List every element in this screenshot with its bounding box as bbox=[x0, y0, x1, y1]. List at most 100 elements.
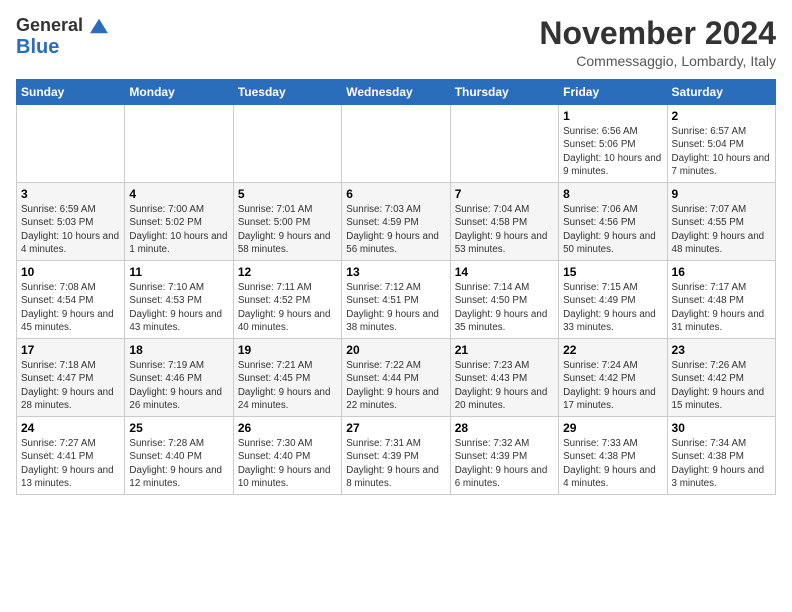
day-cell bbox=[450, 105, 558, 183]
day-cell bbox=[233, 105, 341, 183]
day-cell: 20 Sunrise: 7:22 AM Sunset: 4:44 PM Dayli… bbox=[342, 339, 450, 417]
day-info: Sunrise: 7:03 AM Sunset: 4:59 PM Dayligh… bbox=[346, 203, 445, 256]
day-of-week-thursday: Thursday bbox=[450, 80, 558, 105]
day-of-week-monday: Monday bbox=[125, 80, 233, 105]
day-info: Sunrise: 7:04 AM Sunset: 4:58 PM Dayligh… bbox=[455, 203, 554, 256]
calendar: SundayMondayTuesdayWednesdayThursdayFrid… bbox=[16, 79, 776, 495]
day-of-week-friday: Friday bbox=[559, 80, 667, 105]
day-number: 9 bbox=[672, 187, 771, 201]
day-cell: 8 Sunrise: 7:06 AM Sunset: 4:56 PM Daylig… bbox=[559, 183, 667, 261]
day-cell bbox=[342, 105, 450, 183]
day-info: Sunrise: 7:07 AM Sunset: 4:55 PM Dayligh… bbox=[672, 203, 771, 256]
day-number: 28 bbox=[455, 421, 554, 435]
location: Commessaggio, Lombardy, Italy bbox=[539, 53, 776, 69]
day-cell: 5Sunrise: 7:01 AM Sunset: 5:00 PM Daylig… bbox=[233, 183, 341, 261]
day-cell: 14 Sunrise: 7:14 AM Sunset: 4:50 PM Dayli… bbox=[450, 261, 558, 339]
day-cell: 22 Sunrise: 7:24 AM Sunset: 4:42 PM Dayli… bbox=[559, 339, 667, 417]
day-info: Sunrise: 6:59 AM Sunset: 5:03 PM Dayligh… bbox=[21, 203, 120, 256]
day-info: Sunrise: 6:57 AM Sunset: 5:04 PM Dayligh… bbox=[672, 125, 771, 178]
page-header: General Blue November 2024 Commessaggio,… bbox=[16, 16, 776, 69]
day-info: Sunrise: 7:15 AM Sunset: 4:49 PM Dayligh… bbox=[563, 281, 662, 334]
logo: General Blue bbox=[16, 16, 108, 58]
day-cell: 16Sunrise: 7:17 AM Sunset: 4:48 PM Dayli… bbox=[667, 261, 775, 339]
day-info: Sunrise: 7:06 AM Sunset: 4:56 PM Dayligh… bbox=[563, 203, 662, 256]
day-cell: 4 Sunrise: 7:00 AM Sunset: 5:02 PM Daylig… bbox=[125, 183, 233, 261]
day-cell: 13 Sunrise: 7:12 AM Sunset: 4:51 PM Dayli… bbox=[342, 261, 450, 339]
day-info: Sunrise: 7:01 AM Sunset: 5:00 PM Dayligh… bbox=[238, 203, 337, 256]
day-cell: 2 Sunrise: 6:57 AM Sunset: 5:04 PM Daylig… bbox=[667, 105, 775, 183]
day-cell: 1Sunrise: 6:56 AM Sunset: 5:06 PM Daylig… bbox=[559, 105, 667, 183]
day-info: Sunrise: 7:28 AM Sunset: 4:40 PM Dayligh… bbox=[129, 437, 228, 490]
week-row-4: 17Sunrise: 7:18 AM Sunset: 4:47 PM Dayli… bbox=[17, 339, 776, 417]
day-number: 25 bbox=[129, 421, 228, 435]
day-number: 24 bbox=[21, 421, 120, 435]
day-number: 23 bbox=[672, 343, 771, 357]
day-cell: 15 Sunrise: 7:15 AM Sunset: 4:49 PM Dayli… bbox=[559, 261, 667, 339]
day-number: 26 bbox=[238, 421, 337, 435]
day-cell: 19 Sunrise: 7:21 AM Sunset: 4:45 PM Dayli… bbox=[233, 339, 341, 417]
day-info: Sunrise: 7:17 AM Sunset: 4:48 PM Dayligh… bbox=[672, 281, 771, 334]
day-cell: 12 Sunrise: 7:11 AM Sunset: 4:52 PM Dayli… bbox=[233, 261, 341, 339]
day-cell: 10Sunrise: 7:08 AM Sunset: 4:54 PM Dayli… bbox=[17, 261, 125, 339]
day-info: Sunrise: 7:26 AM Sunset: 4:42 PM Dayligh… bbox=[672, 359, 771, 412]
day-number: 7 bbox=[455, 187, 554, 201]
month-title: November 2024 bbox=[539, 16, 776, 51]
week-row-2: 3 Sunrise: 6:59 AM Sunset: 5:03 PM Daylig… bbox=[17, 183, 776, 261]
day-number: 4 bbox=[129, 187, 228, 201]
day-cell bbox=[17, 105, 125, 183]
day-number: 14 bbox=[455, 265, 554, 279]
day-cell: 29Sunrise: 7:33 AM Sunset: 4:38 PM Dayli… bbox=[559, 417, 667, 495]
days-header-row: SundayMondayTuesdayWednesdayThursdayFrid… bbox=[17, 80, 776, 105]
day-number: 22 bbox=[563, 343, 662, 357]
day-number: 17 bbox=[21, 343, 120, 357]
title-block: November 2024 Commessaggio, Lombardy, It… bbox=[539, 16, 776, 69]
day-number: 18 bbox=[129, 343, 228, 357]
day-cell: 21Sunrise: 7:23 AM Sunset: 4:43 PM Dayli… bbox=[450, 339, 558, 417]
day-number: 2 bbox=[672, 109, 771, 123]
day-info: Sunrise: 7:12 AM Sunset: 4:51 PM Dayligh… bbox=[346, 281, 445, 334]
day-info: Sunrise: 7:33 AM Sunset: 4:38 PM Dayligh… bbox=[563, 437, 662, 490]
day-cell: 23 Sunrise: 7:26 AM Sunset: 4:42 PM Dayli… bbox=[667, 339, 775, 417]
day-info: Sunrise: 7:08 AM Sunset: 4:54 PM Dayligh… bbox=[21, 281, 120, 334]
day-info: Sunrise: 6:56 AM Sunset: 5:06 PM Dayligh… bbox=[563, 125, 662, 178]
day-number: 6 bbox=[346, 187, 445, 201]
day-number: 3 bbox=[21, 187, 120, 201]
calendar-body: 1Sunrise: 6:56 AM Sunset: 5:06 PM Daylig… bbox=[17, 105, 776, 495]
day-info: Sunrise: 7:22 AM Sunset: 4:44 PM Dayligh… bbox=[346, 359, 445, 412]
day-cell: 7 Sunrise: 7:04 AM Sunset: 4:58 PM Daylig… bbox=[450, 183, 558, 261]
day-number: 15 bbox=[563, 265, 662, 279]
day-number: 12 bbox=[238, 265, 337, 279]
day-info: Sunrise: 7:14 AM Sunset: 4:50 PM Dayligh… bbox=[455, 281, 554, 334]
day-number: 8 bbox=[563, 187, 662, 201]
day-info: Sunrise: 7:10 AM Sunset: 4:53 PM Dayligh… bbox=[129, 281, 228, 334]
day-cell: 17Sunrise: 7:18 AM Sunset: 4:47 PM Dayli… bbox=[17, 339, 125, 417]
day-number: 20 bbox=[346, 343, 445, 357]
day-info: Sunrise: 7:24 AM Sunset: 4:42 PM Dayligh… bbox=[563, 359, 662, 412]
day-info: Sunrise: 7:21 AM Sunset: 4:45 PM Dayligh… bbox=[238, 359, 337, 412]
day-cell bbox=[125, 105, 233, 183]
day-of-week-wednesday: Wednesday bbox=[342, 80, 450, 105]
day-info: Sunrise: 7:19 AM Sunset: 4:46 PM Dayligh… bbox=[129, 359, 228, 412]
day-cell: 18 Sunrise: 7:19 AM Sunset: 4:46 PM Dayli… bbox=[125, 339, 233, 417]
day-info: Sunrise: 7:31 AM Sunset: 4:39 PM Dayligh… bbox=[346, 437, 445, 490]
day-cell: 26 Sunrise: 7:30 AM Sunset: 4:40 PM Dayli… bbox=[233, 417, 341, 495]
day-info: Sunrise: 7:27 AM Sunset: 4:41 PM Dayligh… bbox=[21, 437, 120, 490]
calendar-header: SundayMondayTuesdayWednesdayThursdayFrid… bbox=[17, 80, 776, 105]
day-info: Sunrise: 7:11 AM Sunset: 4:52 PM Dayligh… bbox=[238, 281, 337, 334]
day-cell: 11Sunrise: 7:10 AM Sunset: 4:53 PM Dayli… bbox=[125, 261, 233, 339]
day-info: Sunrise: 7:30 AM Sunset: 4:40 PM Dayligh… bbox=[238, 437, 337, 490]
day-number: 27 bbox=[346, 421, 445, 435]
day-number: 21 bbox=[455, 343, 554, 357]
day-cell: 25 Sunrise: 7:28 AM Sunset: 4:40 PM Dayli… bbox=[125, 417, 233, 495]
day-cell: 9 Sunrise: 7:07 AM Sunset: 4:55 PM Daylig… bbox=[667, 183, 775, 261]
day-number: 13 bbox=[346, 265, 445, 279]
logo-general: General bbox=[16, 15, 83, 35]
day-info: Sunrise: 7:34 AM Sunset: 4:38 PM Dayligh… bbox=[672, 437, 771, 490]
day-of-week-sunday: Sunday bbox=[17, 80, 125, 105]
week-row-3: 10Sunrise: 7:08 AM Sunset: 4:54 PM Dayli… bbox=[17, 261, 776, 339]
day-info: Sunrise: 7:00 AM Sunset: 5:02 PM Dayligh… bbox=[129, 203, 228, 256]
day-number: 19 bbox=[238, 343, 337, 357]
day-cell: 27 Sunrise: 7:31 AM Sunset: 4:39 PM Dayli… bbox=[342, 417, 450, 495]
day-cell: 30Sunrise: 7:34 AM Sunset: 4:38 PM Dayli… bbox=[667, 417, 775, 495]
logo-icon bbox=[90, 17, 108, 35]
